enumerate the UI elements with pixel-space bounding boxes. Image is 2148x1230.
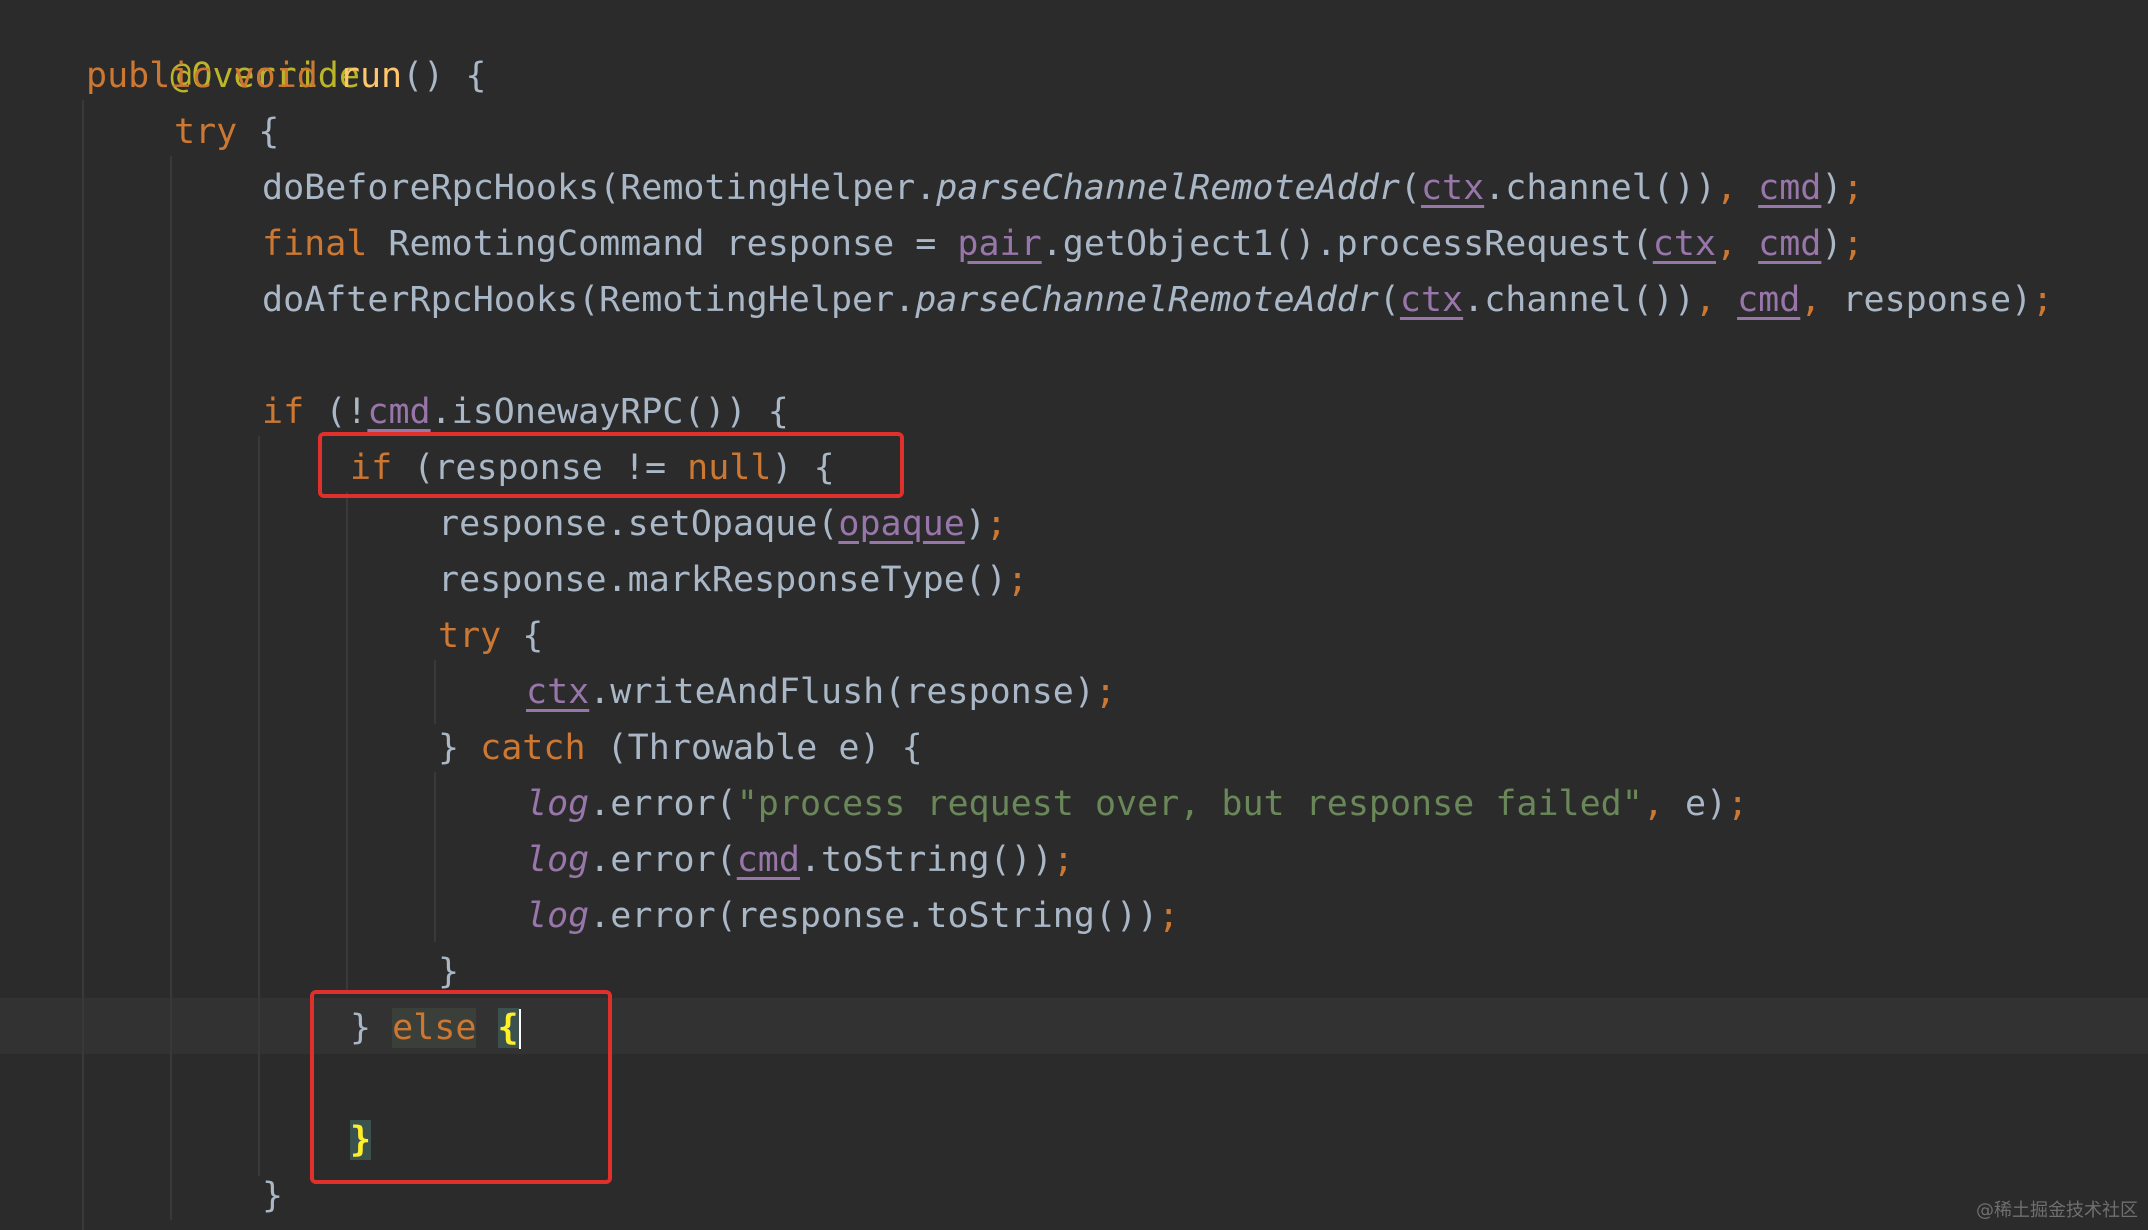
code-text: { [237,112,280,152]
punctuation: ; [1727,784,1749,824]
punctuation: , [1715,168,1759,208]
field-ref: cmd [736,840,800,880]
code-text: response.markResponseType() [438,560,1007,600]
annotation-box-else-block [310,990,612,1184]
punctuation: ; [1094,672,1117,712]
code-text: ( [1399,168,1421,208]
code-line: doBeforeRpcHooks(RemotingHelper.parseCha… [0,160,2148,216]
punctuation: ; [1006,560,1029,600]
static-field: log [526,784,590,824]
code-text: response) [1842,280,2033,320]
watermark: @稀土掘金技术社区 [1976,1200,2138,1221]
static-method: parseChannelRemoteAddr [915,280,1379,320]
code-line: ctx.writeAndFlush(response); [0,664,2148,720]
field-ref: pair [957,224,1042,264]
code-text: } [438,728,481,768]
code-line: @Override [0,0,2148,96]
static-field: log [526,840,590,880]
punctuation: , [1642,784,1685,824]
code-text: () { [402,56,487,96]
punctuation: ; [2032,280,2054,320]
code-text: } [438,952,460,992]
code-line: response.markResponseType(); [0,552,2148,608]
code-text: ) [964,504,986,544]
punctuation: , [1694,280,1738,320]
code-text: doAfterRpcHooks(RemotingHelper. [262,280,916,320]
code-text: response.setOpaque( [438,504,839,544]
field-ref: ctx [1399,280,1464,320]
keyword: try [438,616,502,656]
code-text: .channel()) [1463,280,1695,320]
keyword: public [86,56,213,96]
code-text: .getObject1().processRequest( [1041,224,1653,264]
field-ref: opaque [838,504,965,544]
field-ref: cmd [1737,280,1801,320]
code-text: { [501,616,544,656]
code-text: (Throwable e) { [585,728,923,768]
code-text: .error(response.toString()) [589,896,1159,936]
punctuation: , [1715,224,1759,264]
code-text: .writeAndFlush(response) [589,672,1095,712]
field-ref: ctx [1652,224,1716,264]
field-ref: cmd [1758,168,1822,208]
code-line: try { [0,104,2148,160]
keyword: if [262,392,305,432]
punctuation: ; [1842,168,1864,208]
field-ref: ctx [526,672,590,712]
punctuation: ; [1842,224,1864,264]
keyword: final [262,224,368,264]
code-text: ) [1821,168,1843,208]
punctuation: , [1800,280,1843,320]
field-ref: ctx [1420,168,1485,208]
keyword: try [174,112,238,152]
code-line: log.error(cmd.toString()); [0,832,2148,888]
code-text: doBeforeRpcHooks(RemotingHelper. [262,168,937,208]
field-ref: cmd [1758,224,1822,264]
code-text: } [262,1176,284,1216]
code-text: .channel()) [1484,168,1716,208]
code-line: doAfterRpcHooks(RemotingHelper.parseChan… [0,272,2148,328]
code-line: final RemotingCommand response = pair.ge… [0,216,2148,272]
code-line: log.error("process request over, but res… [0,776,2148,832]
code-text: .error( [589,840,737,880]
code-text: .error( [589,784,737,824]
keyword: catch [480,728,586,768]
method-name: run [338,56,403,96]
code-text: RemotingCommand response = [367,224,958,264]
code-line: response.setOpaque(opaque); [0,496,2148,552]
punctuation: ; [985,504,1007,544]
code-text: ) [1821,224,1843,264]
static-method: parseChannelRemoteAddr [936,168,1400,208]
string-literal: "process request over, but response fail… [736,784,1643,824]
code-text: e) [1684,784,1728,824]
code-line: public void run() { [0,48,2148,104]
code-line: } catch (Throwable e) { [0,720,2148,776]
keyword: void [233,56,318,96]
annotation-box-if-response [318,432,904,498]
code-line: log.error(response.toString()); [0,888,2148,944]
punctuation: ; [1158,896,1180,936]
static-field: log [526,896,590,936]
code-text: ( [1378,280,1400,320]
code-text: .isOnewayRPC()) { [430,392,789,432]
code-text: (! [304,392,368,432]
field-ref: cmd [367,392,431,432]
code-editor[interactable]: @Override public void run() { try { doBe… [0,0,2148,1230]
code-line: try { [0,608,2148,664]
punctuation: ; [1052,840,1074,880]
code-text: .toString()) [799,840,1053,880]
